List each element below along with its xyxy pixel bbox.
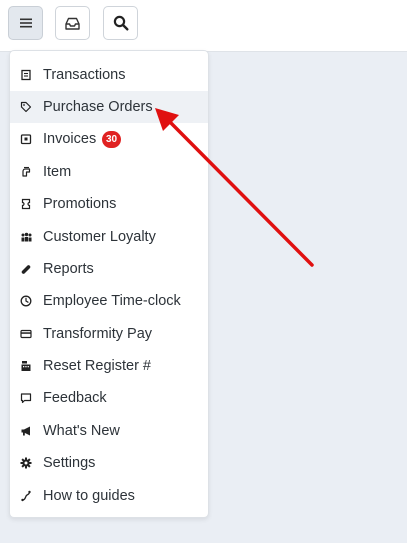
- annotation-arrow: [155, 108, 314, 267]
